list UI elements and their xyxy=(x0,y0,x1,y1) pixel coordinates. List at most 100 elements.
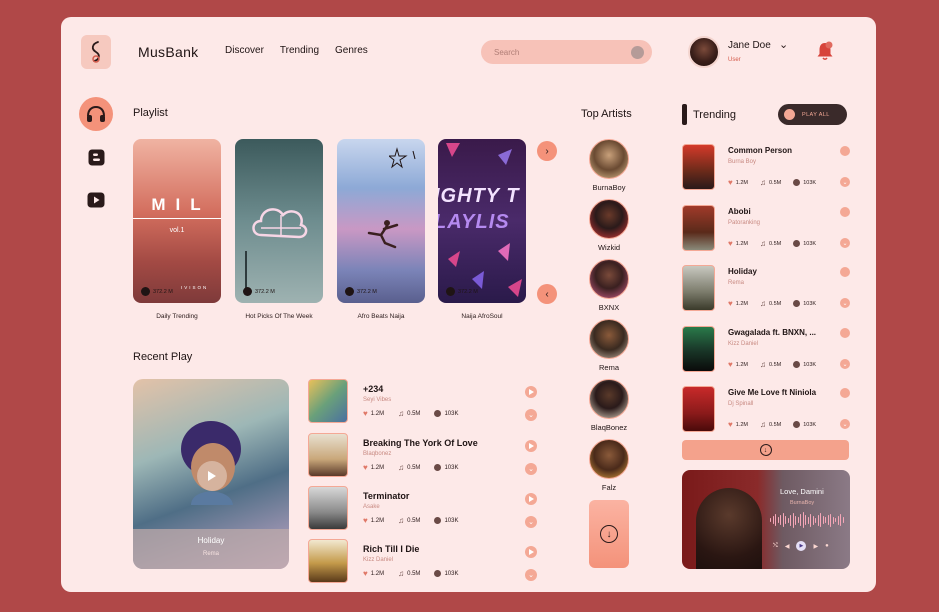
track-artist: Dj Spinall xyxy=(728,401,754,407)
track-play-button[interactable] xyxy=(525,493,537,505)
sidebar-item-blog[interactable] xyxy=(79,140,113,174)
sidebar-item-music[interactable] xyxy=(79,97,113,131)
track-stats: ♥ 1.2M ♫ 0.5M 103K xyxy=(728,299,817,308)
artist-name: BXNX xyxy=(598,303,620,312)
recent-featured-card[interactable]: Holiday Rema xyxy=(133,379,289,569)
search-icon[interactable] xyxy=(631,45,644,59)
nav-genres[interactable]: Genres xyxy=(335,45,368,56)
track-more-button[interactable]: ⌄ xyxy=(525,569,537,581)
track-artist: Seyi Vibes xyxy=(363,397,392,403)
now-playing-card[interactable]: Love, Damini BurnaBoy ⤭ ◀ ▶ ▶ ● xyxy=(682,470,850,569)
artist-falz[interactable]: Falz xyxy=(587,439,631,492)
track-play-button[interactable] xyxy=(840,328,850,338)
artists-more-button[interactable]: ↓ xyxy=(589,500,629,568)
trending-item[interactable]: Holiday Rema ♥ 1.2M ♫ 0.5M 103K ⌄ xyxy=(682,265,852,315)
share-icon xyxy=(434,517,442,524)
featured-play-button[interactable] xyxy=(197,461,227,491)
brand-name: MusBank xyxy=(138,44,199,60)
track-play-button[interactable] xyxy=(525,386,537,398)
previous-icon[interactable]: ◀ xyxy=(785,543,790,550)
artist-bxnx[interactable]: BXNX xyxy=(587,259,631,312)
trending-item[interactable]: Gwagalada ft. BNXN, ... Kizz Daniel ♥ 1.2… xyxy=(682,326,852,376)
player-controls: ⤭ ◀ ▶ ▶ ● xyxy=(773,541,829,551)
share-icon xyxy=(793,361,801,368)
play-pause-button[interactable]: ▶ xyxy=(796,541,807,551)
next-icon[interactable]: ▶ xyxy=(813,543,818,550)
nav-discover[interactable]: Discover xyxy=(225,45,264,56)
top-artists-title: Top Artists xyxy=(581,108,632,120)
nav-trending[interactable]: Trending xyxy=(280,45,319,56)
track-more-button[interactable]: ⌄ xyxy=(525,409,537,421)
artist-burnaboy[interactable]: BurnaBoy xyxy=(587,139,631,192)
chevron-down-icon: ⌄ xyxy=(842,421,848,428)
chevron-down-icon[interactable]: ⌄ xyxy=(779,38,788,51)
recent-play-title: Recent Play xyxy=(133,351,193,363)
arrow-down-icon: ↓ xyxy=(759,444,772,456)
music-note-icon: ♫ xyxy=(398,516,405,525)
share-icon xyxy=(793,179,801,186)
artist-photo xyxy=(589,199,629,239)
track-play-button[interactable] xyxy=(840,267,850,277)
featured-caption: Holiday Rema xyxy=(133,529,289,569)
track-play-button[interactable] xyxy=(525,440,537,452)
track-more-button[interactable]: ⌄ xyxy=(840,238,850,248)
recent-item[interactable]: Rich Till I Die Kizz Daniel ♥ 1.2M ♫ 0.5M … xyxy=(308,539,548,585)
recent-item[interactable]: Terminator Asake ♥ 1.2M ♫ 0.5M 103K ⌄ xyxy=(308,486,548,532)
track-more-button[interactable]: ⌄ xyxy=(840,177,850,187)
playlist-card-hot-picks[interactable]: 372.2 M xyxy=(235,139,323,303)
playlist-card-naija-afrosoul[interactable]: IGHTY T LAYLIS 372.2 M xyxy=(438,139,526,303)
trending-item[interactable]: Abobi Patoranking ♥ 1.2M ♫ 0.5M 103K ⌄ xyxy=(682,205,852,255)
card-play-count: 372.2 M xyxy=(243,287,275,296)
now-playing-artwork xyxy=(696,488,762,569)
share-icon xyxy=(434,570,442,577)
arrow-down-icon: ↓ xyxy=(600,525,618,543)
featured-title: Holiday xyxy=(197,536,225,545)
track-play-button[interactable] xyxy=(840,207,850,217)
track-title: +234 xyxy=(363,384,384,394)
playlist-next-button[interactable]: › xyxy=(537,141,557,161)
track-more-button[interactable]: ⌄ xyxy=(840,359,850,369)
track-play-button[interactable] xyxy=(525,546,537,558)
track-play-button[interactable] xyxy=(840,146,850,156)
track-artist: Kizz Daniel xyxy=(728,341,759,347)
card-overlay-sub: vol.1 xyxy=(169,227,185,234)
chevron-down-icon: ⌄ xyxy=(842,240,848,247)
bell-icon[interactable] xyxy=(816,41,834,66)
track-more-button[interactable]: ⌄ xyxy=(840,419,850,429)
playlist-card-afro-beats[interactable]: 372.2 M xyxy=(337,139,425,303)
artist-blaqbonez[interactable]: BlaqBonez xyxy=(587,379,631,432)
user-avatar[interactable] xyxy=(688,36,720,68)
search-input[interactable] xyxy=(494,47,624,57)
track-more-button[interactable]: ⌄ xyxy=(840,298,850,308)
music-note-icon: ♫ xyxy=(759,299,766,308)
trending-more-button[interactable]: ↓ xyxy=(682,440,849,460)
youtube-icon xyxy=(87,192,105,208)
recent-item[interactable]: +234 Seyi Vibes ♥ 1.2M ♫ 0.5M 103K ⌄ xyxy=(308,379,548,425)
play-icon xyxy=(528,549,534,555)
trending-item[interactable]: Common Person Burna Boy ♥ 1.2M ♫ 0.5M 103K… xyxy=(682,144,852,194)
waveform xyxy=(770,512,844,528)
playlist-title: Playlist xyxy=(133,107,168,119)
trending-item[interactable]: Give Me Love ft Niniola Dj Spinall ♥ 1.2M… xyxy=(682,386,852,436)
track-more-button[interactable]: ⌄ xyxy=(525,516,537,528)
now-playing-title: Love, Damini xyxy=(780,487,824,496)
sidebar-item-video[interactable] xyxy=(79,183,113,217)
logo[interactable] xyxy=(81,35,111,69)
track-artist: Blaqbonez xyxy=(363,451,392,457)
track-play-button[interactable] xyxy=(840,388,850,398)
track-cover xyxy=(682,326,715,372)
playlist-card-label: Daily Trending xyxy=(156,313,198,320)
play-all-button[interactable]: PLAY ALL xyxy=(778,104,847,125)
play-icon xyxy=(528,389,534,395)
playlist-card-daily-trending[interactable]: MIL vol.1 IVISON 372.2 M xyxy=(133,139,221,303)
track-more-button[interactable]: ⌄ xyxy=(525,463,537,475)
shuffle-icon[interactable]: ⤭ xyxy=(773,543,778,550)
recent-item[interactable]: Breaking The York Of Love Blaqbonez ♥ 1.2… xyxy=(308,433,548,479)
artist-rema[interactable]: Rema xyxy=(587,319,631,372)
playlist-prev-button[interactable]: ‹ xyxy=(537,284,557,304)
track-artist: Kizz Daniel xyxy=(363,557,394,563)
artist-wizkid[interactable]: Wizkid xyxy=(587,199,631,252)
repeat-icon[interactable]: ● xyxy=(825,543,829,549)
app-window: MusBank Discover Trending Genres Jane Do… xyxy=(61,17,876,592)
track-stats: ♥ 1.2M ♫ 0.5M 103K xyxy=(728,178,817,187)
